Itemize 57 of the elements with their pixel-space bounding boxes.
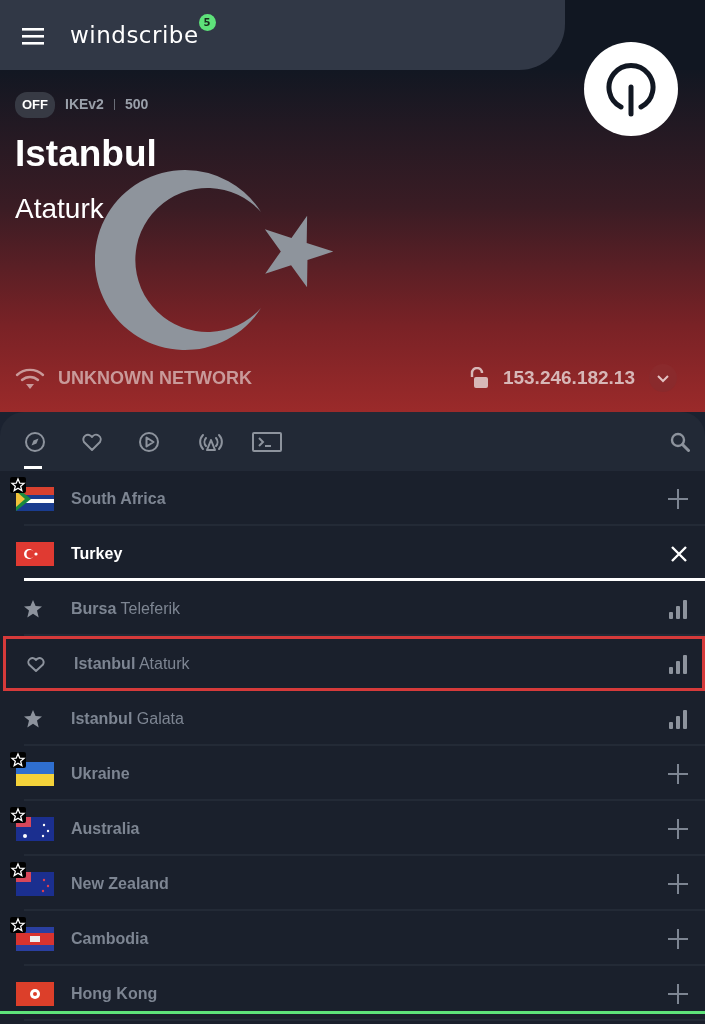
star-icon xyxy=(23,708,43,729)
flag-icon xyxy=(16,927,54,952)
country-name[interactable]: South Africa xyxy=(71,486,166,511)
menu-icon xyxy=(22,26,44,45)
flag-icon xyxy=(16,762,54,787)
play-icon xyxy=(138,430,160,453)
expand-button[interactable] xyxy=(668,873,688,894)
signal-bars-icon xyxy=(668,598,688,619)
plus-icon xyxy=(668,928,688,949)
location-city: Istanbul xyxy=(15,133,158,175)
star-icon xyxy=(23,598,43,619)
power-icon xyxy=(606,61,656,117)
port-label: 500 xyxy=(124,95,149,115)
plus-icon xyxy=(668,488,688,509)
expand-button[interactable] xyxy=(668,928,688,949)
plus-icon xyxy=(668,983,688,1004)
plus-icon xyxy=(668,763,688,784)
terminal-icon xyxy=(252,431,282,452)
search-icon xyxy=(670,432,690,453)
heart-icon xyxy=(26,654,46,673)
expand-button[interactable] xyxy=(668,983,688,1004)
flag-icon xyxy=(16,817,54,842)
city-row[interactable]: Istanbul Ataturk xyxy=(3,636,705,691)
connection-status: OFF xyxy=(15,92,55,118)
flag-icon xyxy=(16,982,54,1007)
plus-icon xyxy=(668,873,688,894)
wifi-icon xyxy=(15,367,45,390)
collapse-button[interactable] xyxy=(670,544,688,563)
country-name[interactable]: New Zealand xyxy=(71,871,169,896)
country-name[interactable]: Cambodia xyxy=(71,926,149,951)
city-row[interactable]: Bursa Teleferik xyxy=(0,581,705,636)
signal-bars-icon xyxy=(668,653,688,674)
location-nickname: Ataturk xyxy=(15,192,105,227)
protocol-label: IKEv2 xyxy=(65,95,104,115)
expand-button[interactable] xyxy=(668,763,688,784)
flag-icon xyxy=(16,872,54,897)
expand-button[interactable] xyxy=(668,488,688,509)
compass-icon xyxy=(24,430,46,453)
close-icon xyxy=(670,544,688,563)
plus-icon xyxy=(668,818,688,839)
city-name: Bursa Teleferik xyxy=(71,598,181,619)
chevron-down-icon xyxy=(656,373,670,383)
expand-button[interactable] xyxy=(668,818,688,839)
country-name[interactable]: Turkey xyxy=(71,541,123,566)
country-name[interactable]: Australia xyxy=(71,816,140,841)
city-name: Istanbul Ataturk xyxy=(74,653,190,674)
notification-badge[interactable]: 5 xyxy=(198,13,216,31)
city-row[interactable]: Istanbul Galata xyxy=(0,691,705,746)
flag-icon xyxy=(16,487,54,512)
flag-icon xyxy=(16,542,54,567)
country-name[interactable]: Hong Kong xyxy=(71,981,158,1006)
signal-bars-icon xyxy=(668,708,688,729)
network-name: UNKNOWN NETWORK xyxy=(58,366,252,390)
city-name: Istanbul Galata xyxy=(71,708,184,729)
ip-address: 153.246.182.13 xyxy=(502,366,635,390)
expand-button[interactable] xyxy=(649,364,677,393)
country-name[interactable]: Ukraine xyxy=(71,761,130,786)
